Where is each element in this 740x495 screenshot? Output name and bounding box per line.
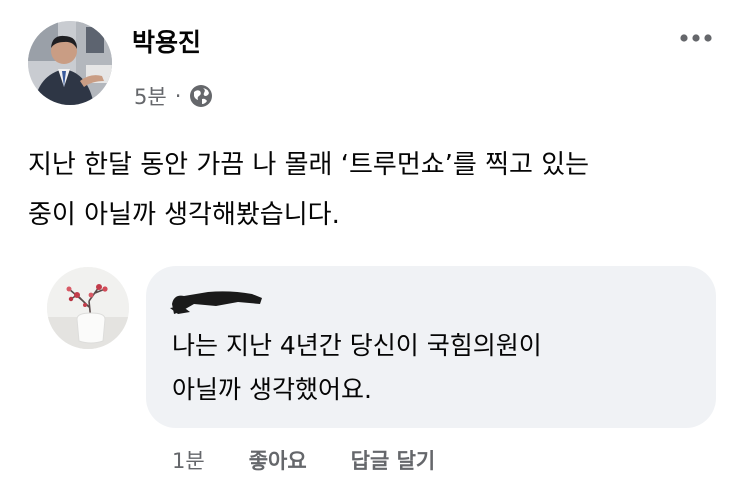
separator-dot: ·	[174, 84, 182, 108]
post-time[interactable]: 5분	[134, 81, 167, 111]
post-meta: 5분 ·	[134, 80, 213, 112]
author-avatar[interactable]	[28, 21, 112, 105]
comment-text: 나는 지난 4년간 당신이 국힘의원이 아닐까 생각했어요.	[172, 324, 542, 412]
commenter-avatar[interactable]	[47, 267, 129, 349]
post-text-line-2: 중이 아닐까 생각해봤습니다.	[28, 200, 340, 230]
comment-time[interactable]: 1분	[172, 445, 205, 475]
comment-actions: 1분 좋아요 답글 달기	[172, 442, 435, 478]
comment-text-line-1: 나는 지난 4년간 당신이 국힘의원이	[172, 331, 542, 360]
post-body-text: 지난 한달 동안 가끔 나 몰래 ‘트루먼쇼’를 찍고 있는 중이 아닐까 생각…	[28, 140, 728, 240]
globe-icon	[189, 84, 213, 108]
redacted-author-name	[170, 291, 262, 314]
comment-text-line-2: 아닐까 생각했어요.	[172, 375, 372, 404]
post-text-line-1: 지난 한달 동안 가끔 나 몰래 ‘트루먼쇼’를 찍고 있는	[28, 150, 590, 180]
more-options-button[interactable]	[676, 24, 716, 52]
author-name[interactable]: 박용진	[132, 27, 201, 59]
comment-bubble: 나는 지난 4년간 당신이 국힘의원이 아닐까 생각했어요.	[146, 266, 716, 428]
like-button[interactable]: 좋아요	[249, 445, 307, 475]
reply-button[interactable]: 답글 달기	[351, 445, 436, 475]
post-header: 박용진 5분 ·	[0, 0, 740, 120]
more-options-icon	[680, 34, 712, 42]
